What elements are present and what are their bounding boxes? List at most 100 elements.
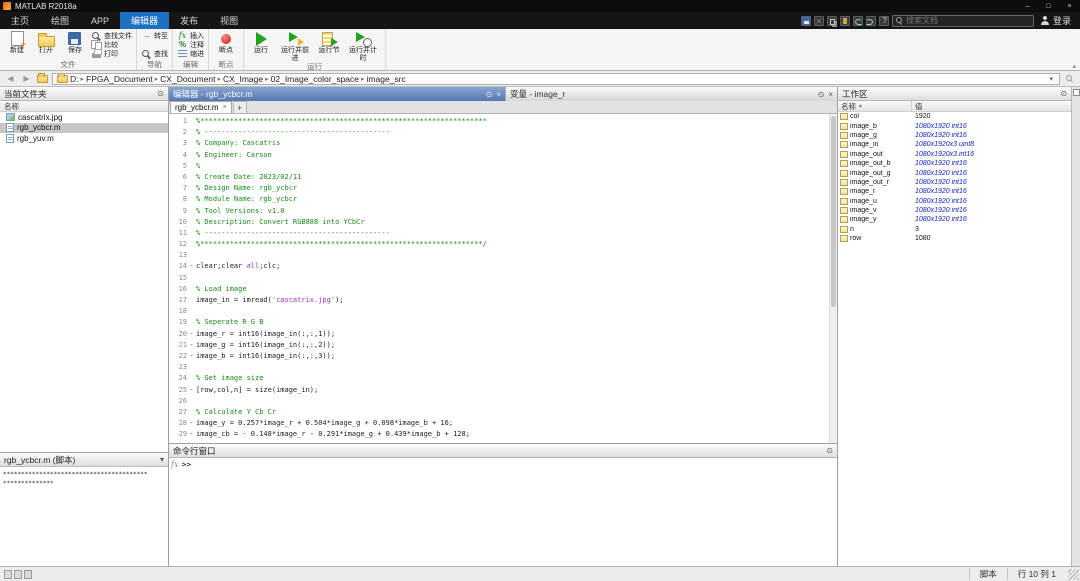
breadcrumb-segment[interactable]: 02_Image_color_space [271, 74, 359, 84]
ribbon-tab-apps[interactable]: APP [80, 12, 120, 29]
workspace-menu-icon[interactable]: ⊙ [1060, 89, 1067, 98]
workspace-row[interactable]: image_out_b1080x1920 int16 [838, 159, 1071, 168]
breadcrumb-segment[interactable]: FPGA_Document [86, 74, 153, 84]
undo-icon[interactable] [853, 16, 863, 26]
save-button[interactable]: 保存 [62, 30, 88, 60]
copy-icon[interactable] [827, 16, 837, 26]
line-number[interactable]: 9 [169, 206, 187, 217]
file-row[interactable]: cascatrix.jpg [0, 112, 168, 123]
scrollbar-thumb[interactable] [831, 116, 836, 307]
run-button[interactable]: 运行 [248, 30, 274, 62]
line-number[interactable]: 3 [169, 138, 187, 149]
title-bar[interactable]: MATLAB R2018a – □ × [0, 0, 1080, 12]
help-icon[interactable] [879, 16, 889, 26]
docked-panel-icon[interactable] [1073, 89, 1080, 96]
editor-tab[interactable]: rgb_ycbcr.m × [170, 101, 232, 113]
line-number[interactable]: 1 [169, 116, 187, 127]
line-number[interactable]: 27 [169, 407, 187, 418]
line-number[interactable]: 26 [169, 396, 187, 407]
workspace-row[interactable]: image_y1080x1920 int16 [838, 215, 1071, 224]
variables-title-bar[interactable]: 变量 - image_r ⊙ × [505, 87, 837, 101]
workspace-row[interactable]: image_r1080x1920 int16 [838, 187, 1071, 196]
editor-scrollbar[interactable] [829, 114, 837, 443]
close-button[interactable]: × [1059, 0, 1080, 12]
editor-panel-menu-icon[interactable]: ⊙ [486, 90, 493, 99]
workspace-row[interactable]: image_out1080x1920x3 int16 [838, 150, 1071, 159]
redo-icon[interactable] [866, 16, 876, 26]
breadcrumb-segment[interactable]: CX_Document [160, 74, 215, 84]
doc-search-box[interactable] [892, 15, 1034, 27]
paste-icon[interactable] [840, 16, 850, 26]
run-section-button[interactable]: 运行节 [316, 30, 342, 62]
tab-close-icon[interactable]: × [223, 104, 227, 111]
line-number[interactable]: 20 [169, 329, 187, 340]
address-field[interactable]: D:▸FPGA_Document▸CX_Document▸CX_Image▸02… [52, 73, 1060, 85]
workspace-row[interactable]: image_b1080x1920 int16 [838, 121, 1071, 130]
command-window-menu-icon[interactable]: ⊙ [826, 446, 833, 455]
ribbon-tab-editor[interactable]: 编辑器 [120, 12, 169, 29]
run-time-button[interactable]: 运行并计时 [345, 30, 381, 62]
breadcrumb-segment[interactable]: D: [70, 74, 79, 84]
up-folder-button[interactable] [36, 73, 49, 85]
workspace-row[interactable]: image_g1080x1920 int16 [838, 131, 1071, 140]
workspace-value-column-header[interactable]: 值 [912, 101, 1071, 111]
layout-toggle-icon[interactable] [24, 570, 32, 579]
maximize-button[interactable]: □ [1038, 0, 1059, 12]
command-input-area[interactable]: fx >> [169, 458, 837, 566]
goto-button[interactable]: 转至 [141, 31, 168, 40]
file-row[interactable]: rgb_ycbcr.m [0, 123, 168, 134]
print-button[interactable]: 打印 [91, 49, 132, 58]
line-number[interactable]: 14 [169, 261, 187, 272]
new-tab-button[interactable]: + [233, 101, 247, 113]
workspace-row[interactable]: image_u1080x1920 int16 [838, 197, 1071, 206]
workspace-row[interactable]: col1920 [838, 112, 1071, 121]
layout-toggle-icon[interactable] [4, 570, 12, 579]
file-row[interactable]: rgb_yuv.m [0, 133, 168, 144]
fx-button[interactable]: fx [171, 460, 178, 470]
workspace-row[interactable]: image_in1080x1920x3 uint8 [838, 140, 1071, 149]
breakpoints-button[interactable]: 断点 [213, 30, 239, 60]
line-number[interactable]: 13 [169, 250, 187, 261]
resize-grip[interactable] [1068, 569, 1079, 580]
line-number[interactable]: 10 [169, 217, 187, 228]
line-number[interactable]: 11 [169, 228, 187, 239]
line-number[interactable]: 24 [169, 373, 187, 384]
workspace-row[interactable]: image_v1080x1920 int16 [838, 206, 1071, 215]
ribbon-tab-plots[interactable]: 绘图 [40, 12, 80, 29]
line-number[interactable]: 16 [169, 284, 187, 295]
line-number[interactable]: 15 [169, 273, 187, 284]
breadcrumb-segment[interactable]: image_src [367, 74, 406, 84]
layout-toggle-icon[interactable] [14, 570, 22, 579]
details-collapse-icon[interactable]: ▾ [160, 455, 164, 464]
line-number[interactable]: 17 [169, 295, 187, 306]
line-number[interactable]: 12 [169, 239, 187, 250]
workspace-name-column-header[interactable]: 名称 ▲ [838, 101, 912, 111]
line-number[interactable]: 18 [169, 306, 187, 317]
line-number[interactable]: 4 [169, 150, 187, 161]
line-number[interactable]: 7 [169, 183, 187, 194]
save-icon[interactable] [801, 16, 811, 26]
code-editor[interactable]: 1%**************************************… [169, 114, 837, 443]
find-button[interactable]: 查找 [141, 49, 168, 58]
path-history-chevron-icon[interactable]: ▾ [1047, 75, 1055, 83]
line-number[interactable]: 21 [169, 340, 187, 351]
variables-panel-menu-icon[interactable]: ⊙ [818, 90, 825, 99]
editor-close-icon[interactable]: × [496, 90, 501, 99]
line-number[interactable]: 2 [169, 127, 187, 138]
ribbon-tab-view[interactable]: 视图 [209, 12, 249, 29]
forward-arrow-icon[interactable]: ▶ [20, 73, 33, 85]
breadcrumb-segment[interactable]: CX_Image [223, 74, 263, 84]
line-number[interactable]: 25 [169, 385, 187, 396]
line-number[interactable]: 22 [169, 351, 187, 362]
line-number[interactable]: 5 [169, 161, 187, 172]
panel-menu-icon[interactable]: ⊙ [157, 89, 164, 98]
line-number[interactable]: 6 [169, 172, 187, 183]
editor-title-bar[interactable]: 编辑器 - rgb_ycbcr.m ⊙ × [169, 87, 505, 101]
variables-close-icon[interactable]: × [828, 90, 833, 99]
minimized-panel-strip[interactable] [1071, 87, 1080, 566]
indent-button[interactable]: 缩进 [177, 49, 204, 58]
workspace-row[interactable]: row1080 [838, 234, 1071, 243]
line-number[interactable]: 23 [169, 362, 187, 373]
open-button[interactable]: 打开 [33, 30, 59, 60]
workspace-row[interactable]: image_out_g1080x1920 int16 [838, 168, 1071, 177]
